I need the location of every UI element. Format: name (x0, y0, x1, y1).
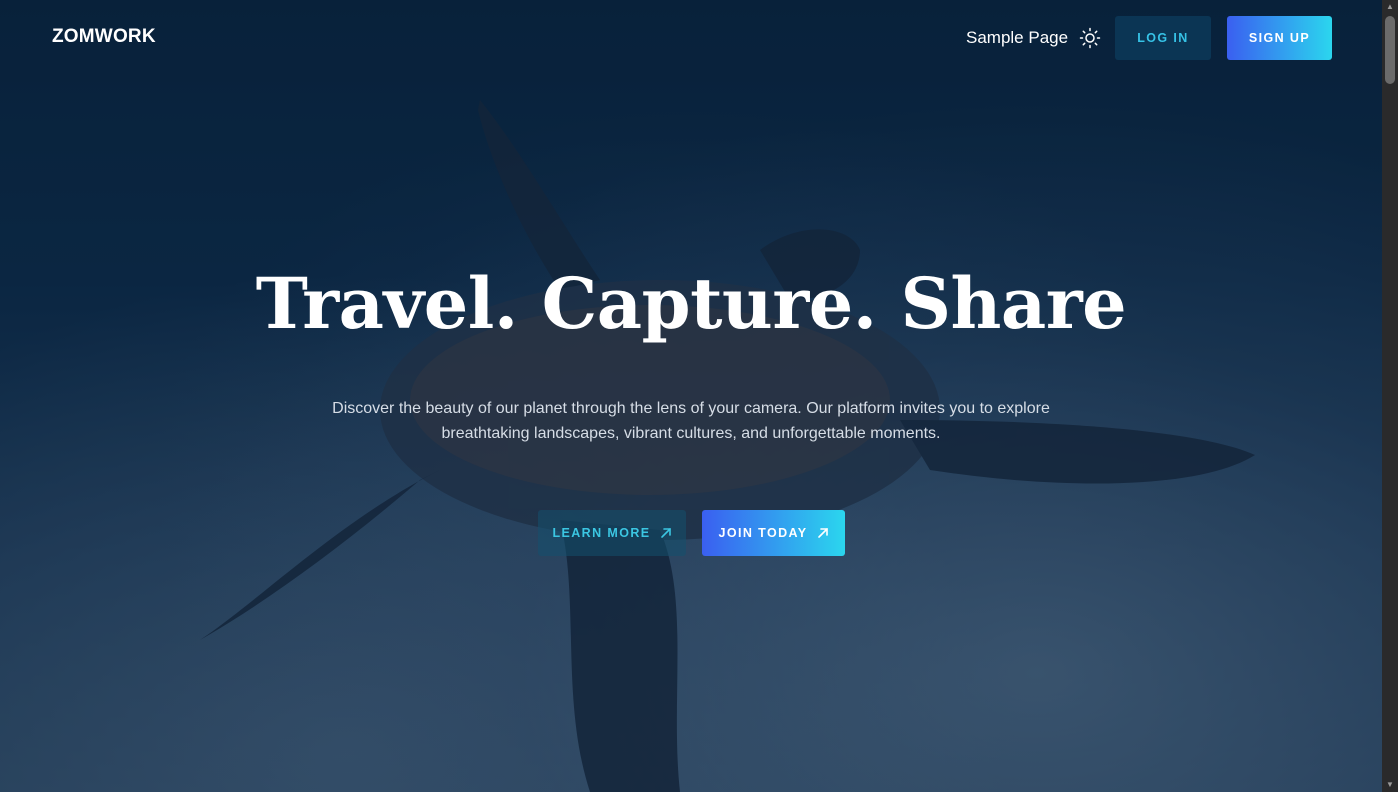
vertical-scrollbar[interactable]: ▲ ▼ (1382, 0, 1398, 792)
signup-button-label: SIGN UP (1248, 31, 1311, 45)
scroll-down-arrow-icon[interactable]: ▼ (1382, 778, 1398, 792)
landing-page: ZOMWORK Sample Page LOG IN SIGN UP Trave… (0, 0, 1398, 792)
arrow-up-right-icon (817, 527, 829, 539)
hero-title: Travel. Capture. Share (255, 262, 1127, 345)
scrollbar-thumb[interactable] (1385, 16, 1395, 84)
brand-logo[interactable]: ZOMWORK (52, 26, 156, 48)
hero-subtitle: Discover the beauty of our planet throug… (332, 400, 1050, 442)
nav-sample-page[interactable]: Sample Page (966, 28, 1068, 48)
join-today-label: JOIN TODAY (718, 526, 808, 540)
signup-button[interactable]: SIGN UP (1227, 16, 1332, 60)
scroll-up-arrow-icon[interactable]: ▲ (1382, 0, 1398, 14)
arrow-up-right-icon (660, 527, 672, 539)
learn-more-label: LEARN MORE (552, 526, 651, 540)
sun-icon[interactable] (1079, 27, 1101, 49)
login-button[interactable]: LOG IN (1115, 16, 1211, 60)
login-button-label: LOG IN (1137, 31, 1189, 45)
learn-more-button[interactable]: LEARN MORE (538, 510, 686, 556)
join-today-button[interactable]: JOIN TODAY (702, 510, 845, 556)
